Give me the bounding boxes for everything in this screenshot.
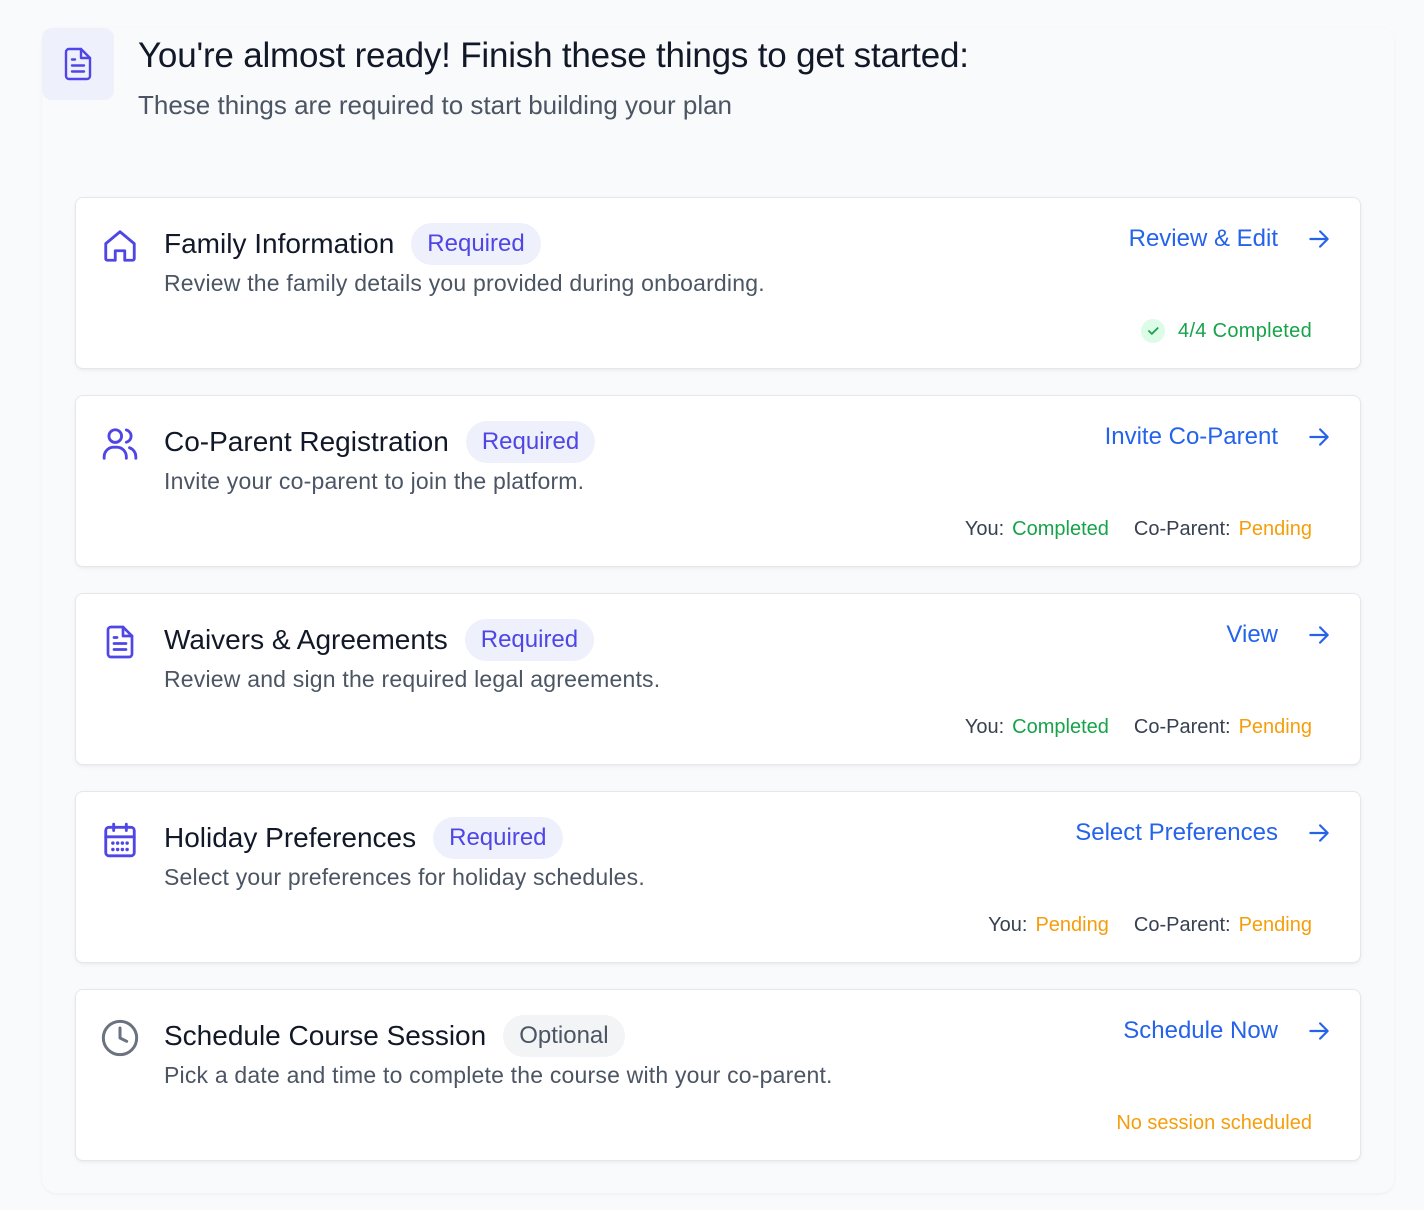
required-badge: Required xyxy=(411,223,541,265)
task-status: No session scheduled xyxy=(1116,1108,1312,1138)
page-title: You're almost ready! Finish these things… xyxy=(138,36,969,75)
document-icon xyxy=(42,28,114,100)
check-icon xyxy=(1141,319,1166,343)
task-card-family-information: Family Information Required Review the f… xyxy=(75,197,1361,369)
task-description: Invite your co-parent to join the platfo… xyxy=(164,468,585,494)
co-parent-status: Pending xyxy=(1238,913,1312,936)
arrow-right-icon[interactable] xyxy=(1304,422,1334,452)
schedule-now-button[interactable]: Schedule Now xyxy=(1123,1014,1334,1048)
action-label[interactable]: Select Preferences xyxy=(1075,819,1278,847)
progress-text: 4/4 Completed xyxy=(1178,319,1312,342)
required-badge: Required xyxy=(465,421,596,463)
task-title: Co-Parent Registration xyxy=(164,426,449,457)
you-status: Completed xyxy=(1012,517,1109,540)
task-title: Holiday Preferences xyxy=(164,822,417,853)
co-parent-status: Pending xyxy=(1238,715,1312,738)
calendar-icon xyxy=(100,820,140,860)
view-button[interactable]: View xyxy=(1226,618,1334,652)
you-label: You: xyxy=(964,517,1005,540)
task-description: Review the family details you provided d… xyxy=(164,270,765,296)
task-title: Waivers & Agreements xyxy=(164,624,448,655)
select-preferences-button[interactable]: Select Preferences xyxy=(1075,816,1334,850)
action-label[interactable]: View xyxy=(1226,621,1278,649)
you-label: You: xyxy=(988,913,1028,936)
review-edit-button[interactable]: Review & Edit xyxy=(1129,222,1334,256)
optional-badge: Optional xyxy=(503,1015,625,1057)
action-label[interactable]: Review & Edit xyxy=(1129,225,1278,253)
co-parent-label: Co-Parent: xyxy=(1133,517,1231,540)
document-icon xyxy=(100,622,140,662)
task-card-waivers-agreements: Waivers & Agreements Required Review and… xyxy=(75,593,1361,765)
clock-icon xyxy=(100,1018,140,1058)
arrow-right-icon[interactable] xyxy=(1304,620,1334,650)
task-card-schedule-course-session: Schedule Course Session Optional Pick a … xyxy=(75,989,1361,1161)
you-status: Pending xyxy=(1035,913,1109,936)
task-title: Schedule Course Session xyxy=(164,1020,487,1051)
co-parent-label: Co-Parent: xyxy=(1133,913,1231,936)
task-card-holiday-preferences: Holiday Preferences Required Select your… xyxy=(75,791,1361,963)
action-label[interactable]: Invite Co-Parent xyxy=(1105,423,1278,451)
home-icon xyxy=(100,226,140,266)
invite-co-parent-button[interactable]: Invite Co-Parent xyxy=(1105,420,1334,454)
page-subtitle: These things are required to start build… xyxy=(138,90,733,120)
action-label[interactable]: Schedule Now xyxy=(1123,1017,1278,1045)
you-status: Completed xyxy=(1012,715,1109,738)
arrow-right-icon[interactable] xyxy=(1304,224,1334,254)
co-parent-label: Co-Parent: xyxy=(1133,715,1231,738)
task-status: You: Pending Co-Parent: Pending xyxy=(988,910,1312,940)
users-icon xyxy=(100,424,140,464)
task-status: You: Completed Co-Parent: Pending xyxy=(965,514,1312,544)
task-description: Review and sign the required legal agree… xyxy=(164,666,661,692)
co-parent-status: Pending xyxy=(1238,517,1312,540)
required-badge: Required xyxy=(433,817,563,859)
task-description: Select your preferences for holiday sche… xyxy=(164,864,645,890)
arrow-right-icon[interactable] xyxy=(1304,818,1334,848)
arrow-right-icon[interactable] xyxy=(1304,1016,1334,1046)
task-title: Family Information xyxy=(164,228,395,259)
session-status: No session scheduled xyxy=(1116,1111,1312,1134)
task-status: You: Completed Co-Parent: Pending xyxy=(965,712,1312,742)
you-label: You: xyxy=(964,715,1005,738)
task-progress: 4/4 Completed xyxy=(1141,316,1312,346)
task-description: Pick a date and time to complete the cou… xyxy=(164,1062,833,1088)
required-badge: Required xyxy=(464,619,595,661)
task-card-co-parent-registration: Co-Parent Registration Required Invite y… xyxy=(75,395,1361,567)
